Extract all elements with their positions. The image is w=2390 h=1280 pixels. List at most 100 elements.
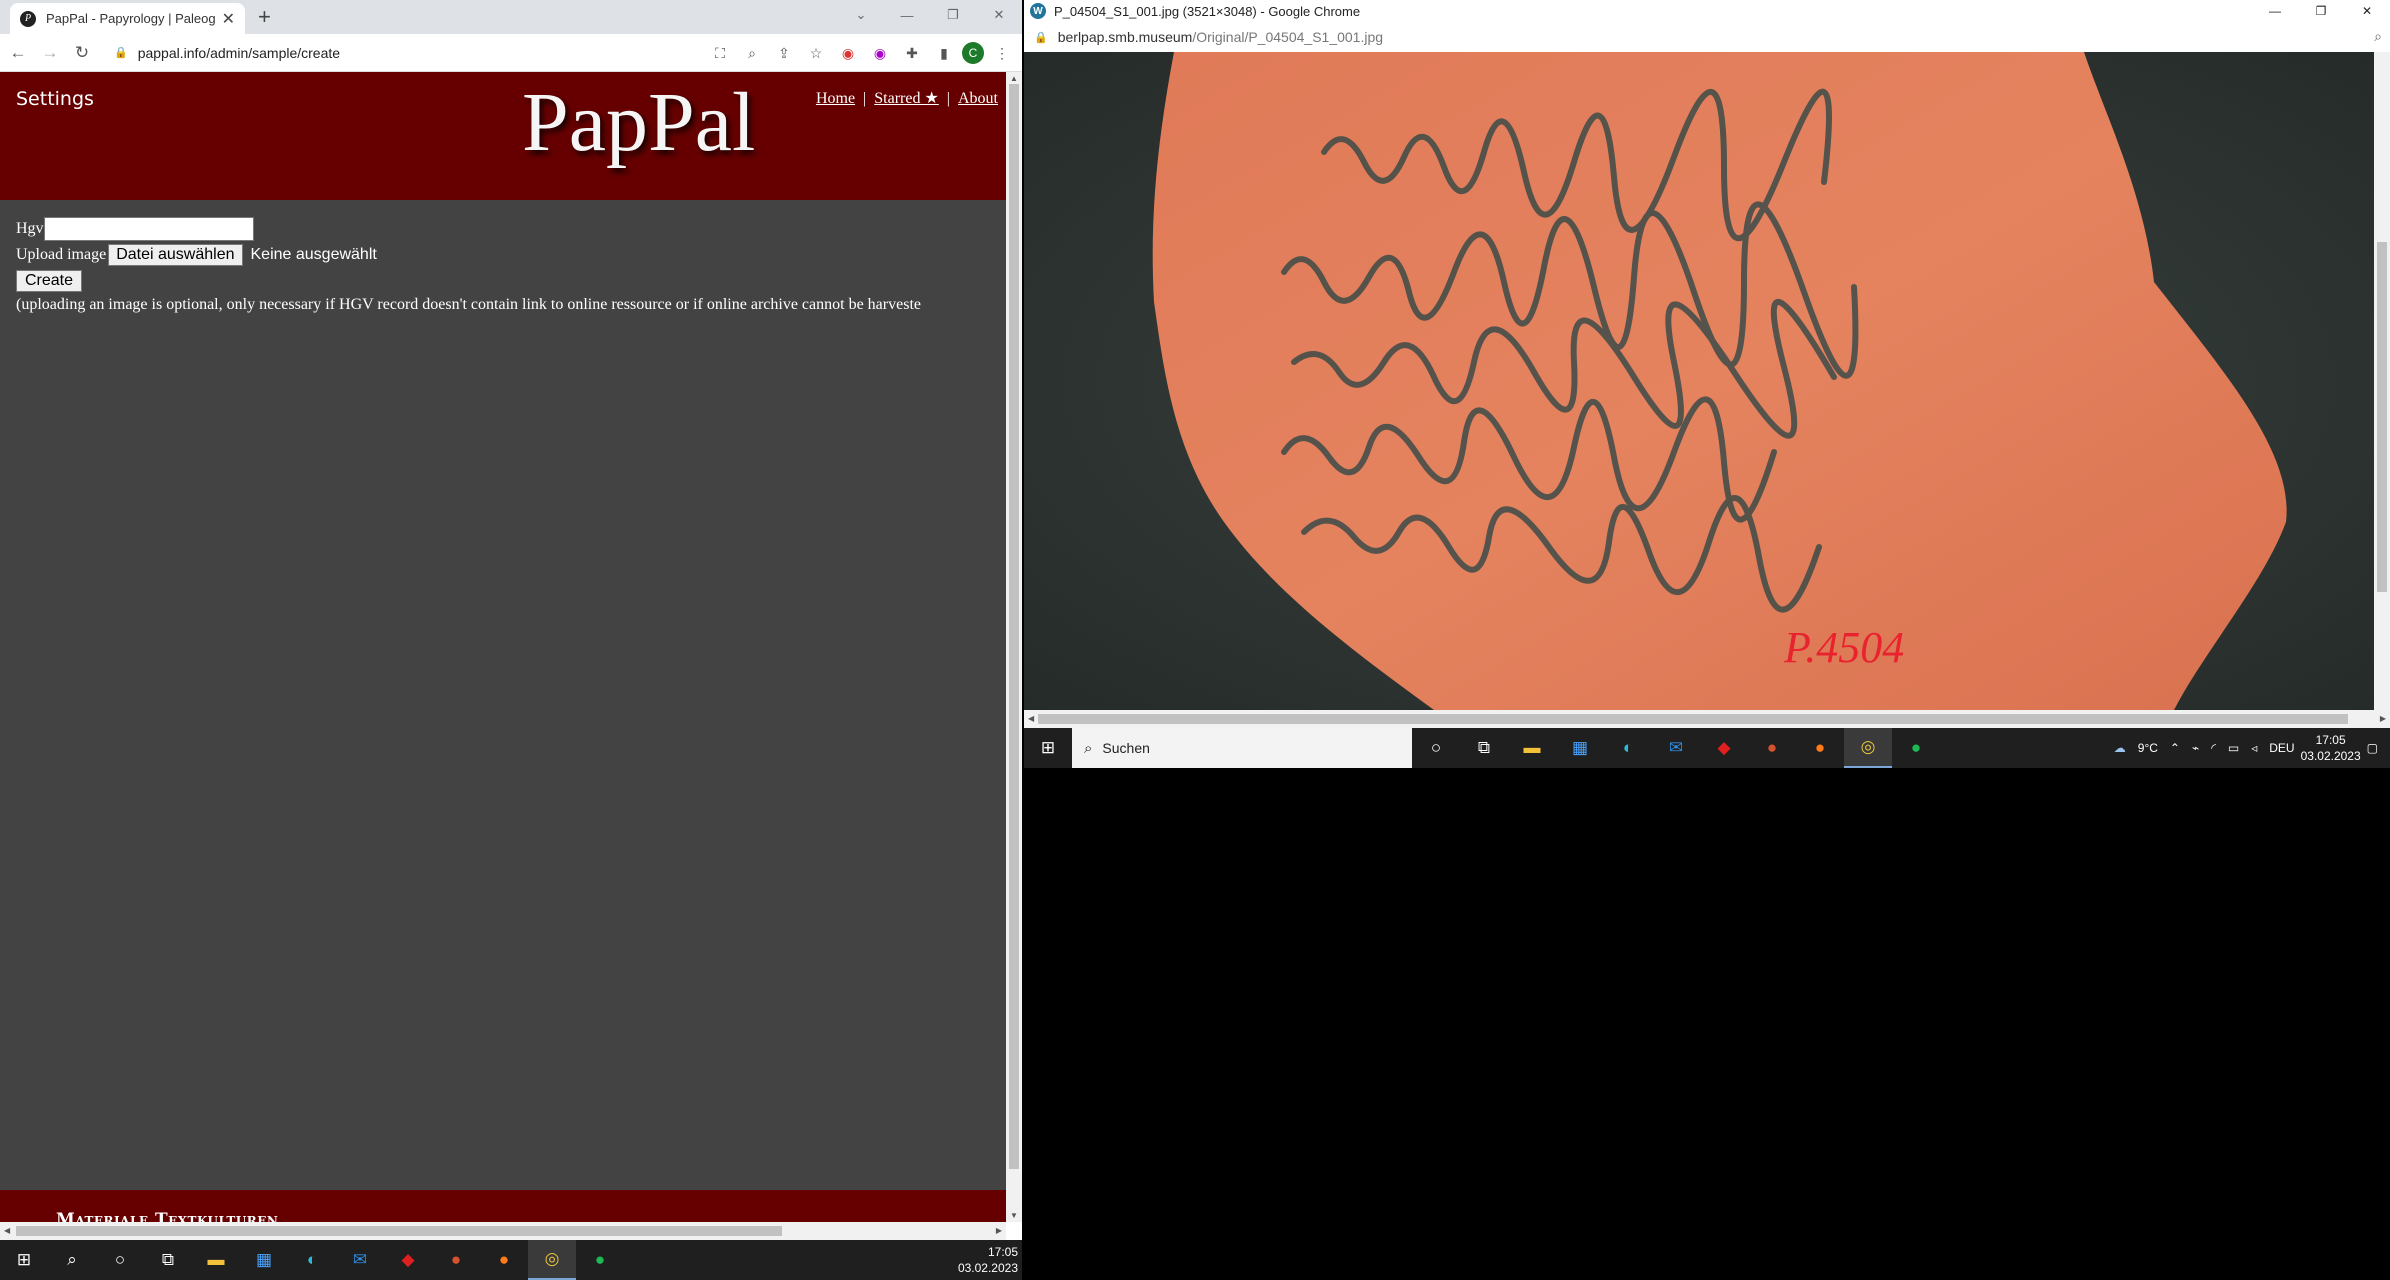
- mail-icon[interactable]: ✉: [1652, 728, 1700, 768]
- footer-label: Materiale Textkulturen: [56, 1210, 279, 1222]
- zoom-icon[interactable]: ⌕: [738, 39, 766, 67]
- cortana-icon[interactable]: ○: [1412, 728, 1460, 768]
- nav-home[interactable]: Home: [816, 90, 855, 107]
- menu-icon[interactable]: ⋮: [988, 39, 1016, 67]
- file-status: Keine ausgewählt: [250, 246, 377, 263]
- taskbar-clock[interactable]: 17:05 03.02.2023: [958, 1244, 1018, 1276]
- spotify-icon[interactable]: ●: [1892, 728, 1940, 768]
- nav-about[interactable]: About: [958, 90, 998, 107]
- settings-link[interactable]: Settings: [16, 88, 94, 110]
- cortana-icon[interactable]: ○: [96, 1240, 144, 1280]
- store-icon[interactable]: ▦: [1556, 728, 1604, 768]
- scroll-right-icon[interactable]: ▶: [2380, 714, 2386, 723]
- network-icon[interactable]: ⌁: [2192, 741, 2199, 755]
- volume-icon[interactable]: ◃: [2251, 741, 2257, 755]
- restore-icon[interactable]: ❐: [2298, 0, 2344, 22]
- minimize-icon[interactable]: —: [2252, 0, 2298, 22]
- powerpoint-icon[interactable]: ●: [432, 1240, 480, 1280]
- scroll-up-icon[interactable]: ▲: [1010, 74, 1018, 83]
- right-horizontal-scrollbar[interactable]: ◀ ▶: [1024, 710, 2390, 728]
- windows-start-icon[interactable]: ⊞: [1024, 728, 1072, 768]
- store-icon[interactable]: ▦: [240, 1240, 288, 1280]
- windows-start-icon[interactable]: ⊞: [0, 1240, 48, 1280]
- back-icon[interactable]: ←: [4, 39, 32, 67]
- share-icon[interactable]: ⇪: [770, 39, 798, 67]
- address-bar[interactable]: 🔒 pappal.info/admin/sample/create: [104, 39, 664, 67]
- taskbar-clock[interactable]: 17:05 03.02.2023: [2301, 732, 2361, 764]
- task-view-icon[interactable]: ⧉: [1460, 728, 1508, 768]
- scroll-down-icon[interactable]: ▼: [1010, 1211, 1018, 1220]
- create-sample-form: Hgv Upload image Datei auswählen Keine a…: [16, 216, 921, 314]
- extensions-puzzle-icon[interactable]: ✚: [898, 39, 926, 67]
- powerpoint-icon[interactable]: ●: [1748, 728, 1796, 768]
- papyrus-image[interactable]: P.4504: [1024, 52, 2374, 710]
- taskbar-left: ⊞ ⌕ ○ ⧉ ▬ ▦ ◐ ✉ ◆ ● ● ◎ ● 17:05 03.02.20…: [0, 1240, 1022, 1280]
- language-indicator[interactable]: DEU: [2269, 741, 2294, 755]
- scroll-thumb[interactable]: [1009, 84, 1019, 1169]
- close-icon[interactable]: ✕: [222, 9, 235, 29]
- firefox-icon[interactable]: ●: [1796, 728, 1844, 768]
- taskbar-search-box[interactable]: ⌕ Suchen: [1072, 728, 1412, 768]
- window-controls: ⌄ — ❐ ✕: [838, 0, 1022, 30]
- site-nav: Home | Starred ★ | About: [816, 88, 998, 108]
- search-icon[interactable]: ⌕: [48, 1240, 96, 1280]
- acrobat-icon[interactable]: ◆: [384, 1240, 432, 1280]
- zoom-icon[interactable]: ⌕: [2374, 28, 2382, 45]
- scroll-thumb[interactable]: [2377, 242, 2387, 592]
- edge-icon[interactable]: ◐: [1604, 728, 1652, 768]
- edge-icon[interactable]: ◐: [288, 1240, 336, 1280]
- extension-red-icon[interactable]: ◉: [834, 39, 862, 67]
- weather-temp[interactable]: 9°C: [2138, 741, 2158, 755]
- right-vertical-scrollbar[interactable]: [2374, 52, 2390, 712]
- horizontal-scrollbar[interactable]: ◀ ▶: [0, 1222, 1006, 1240]
- chrome-icon[interactable]: ◎: [1844, 728, 1892, 768]
- tab-strip: P PapPal - Papyrology | Paleograph ✕ + ⌄…: [0, 0, 1022, 34]
- upload-row: Upload image Datei auswählen Keine ausge…: [16, 242, 921, 268]
- translate-icon[interactable]: ⛶: [706, 39, 734, 67]
- new-tab-icon[interactable]: +: [258, 4, 271, 30]
- extension-purple-icon[interactable]: ◉: [866, 39, 894, 67]
- site-logo[interactable]: PapPal: [522, 74, 755, 171]
- right-window-controls: — ❐ ✕: [2252, 0, 2390, 22]
- chrome-icon[interactable]: ◎: [528, 1240, 576, 1280]
- weather-cloud-icon[interactable]: ☁: [2114, 741, 2126, 755]
- close-window-icon[interactable]: ✕: [2344, 0, 2390, 22]
- wifi-icon[interactable]: ◜: [2211, 741, 2216, 755]
- restore-icon[interactable]: ❐: [930, 0, 976, 30]
- file-explorer-icon[interactable]: ▬: [1508, 728, 1556, 768]
- tray-chevron-icon[interactable]: ⌃: [2170, 741, 2180, 755]
- choose-file-button[interactable]: Datei auswählen: [108, 244, 243, 266]
- scroll-right-icon[interactable]: ▶: [996, 1226, 1002, 1235]
- scroll-left-icon[interactable]: ◀: [4, 1226, 10, 1235]
- notification-icon[interactable]: ▢: [2367, 741, 2378, 755]
- toolbar-icons: ⛶ ⌕ ⇪ ☆ ◉ ◉ ✚ ▮ C ⋮: [706, 39, 1016, 67]
- tab-search-icon[interactable]: ⌄: [838, 0, 884, 30]
- scroll-thumb[interactable]: [16, 1226, 782, 1236]
- forward-icon[interactable]: →: [36, 39, 64, 67]
- file-explorer-icon[interactable]: ▬: [192, 1240, 240, 1280]
- right-address-bar[interactable]: 🔒 berlpap.smb.museum/Original/P_04504_S1…: [1024, 22, 2390, 52]
- hgv-input[interactable]: [43, 217, 254, 241]
- task-view-icon[interactable]: ⧉: [144, 1240, 192, 1280]
- bookmark-star-icon[interactable]: ☆: [802, 39, 830, 67]
- vertical-scrollbar[interactable]: ▲ ▼: [1006, 72, 1022, 1222]
- minimize-icon[interactable]: —: [884, 0, 930, 30]
- spotify-icon[interactable]: ●: [576, 1240, 624, 1280]
- scroll-thumb[interactable]: [1038, 714, 2348, 724]
- profile-avatar[interactable]: C: [962, 42, 984, 64]
- side-panel-icon[interactable]: ▮: [930, 39, 958, 67]
- right-window-title: P_04504_S1_001.jpg (3521×3048) - Google …: [1054, 3, 1361, 19]
- tab-pappal[interactable]: P PapPal - Papyrology | Paleograph ✕: [10, 3, 245, 34]
- clock-date: 03.02.2023: [957, 1261, 1018, 1275]
- reload-icon[interactable]: ↻: [68, 39, 96, 67]
- mail-icon[interactable]: ✉: [336, 1240, 384, 1280]
- firefox-icon[interactable]: ●: [480, 1240, 528, 1280]
- pappal-favicon-icon: P: [20, 10, 36, 27]
- close-window-icon[interactable]: ✕: [976, 0, 1022, 30]
- acrobat-icon[interactable]: ◆: [1700, 728, 1748, 768]
- nav-starred[interactable]: Starred ★: [874, 90, 939, 107]
- create-button[interactable]: Create: [16, 270, 83, 292]
- scroll-left-icon[interactable]: ◀: [1028, 714, 1034, 723]
- system-tray: ☁ 9°C ⌃ ⌁ ◜ ▭ ◃ DEU 17:05 03.02.2023 ▢: [2108, 728, 2390, 768]
- battery-icon[interactable]: ▭: [2228, 741, 2239, 755]
